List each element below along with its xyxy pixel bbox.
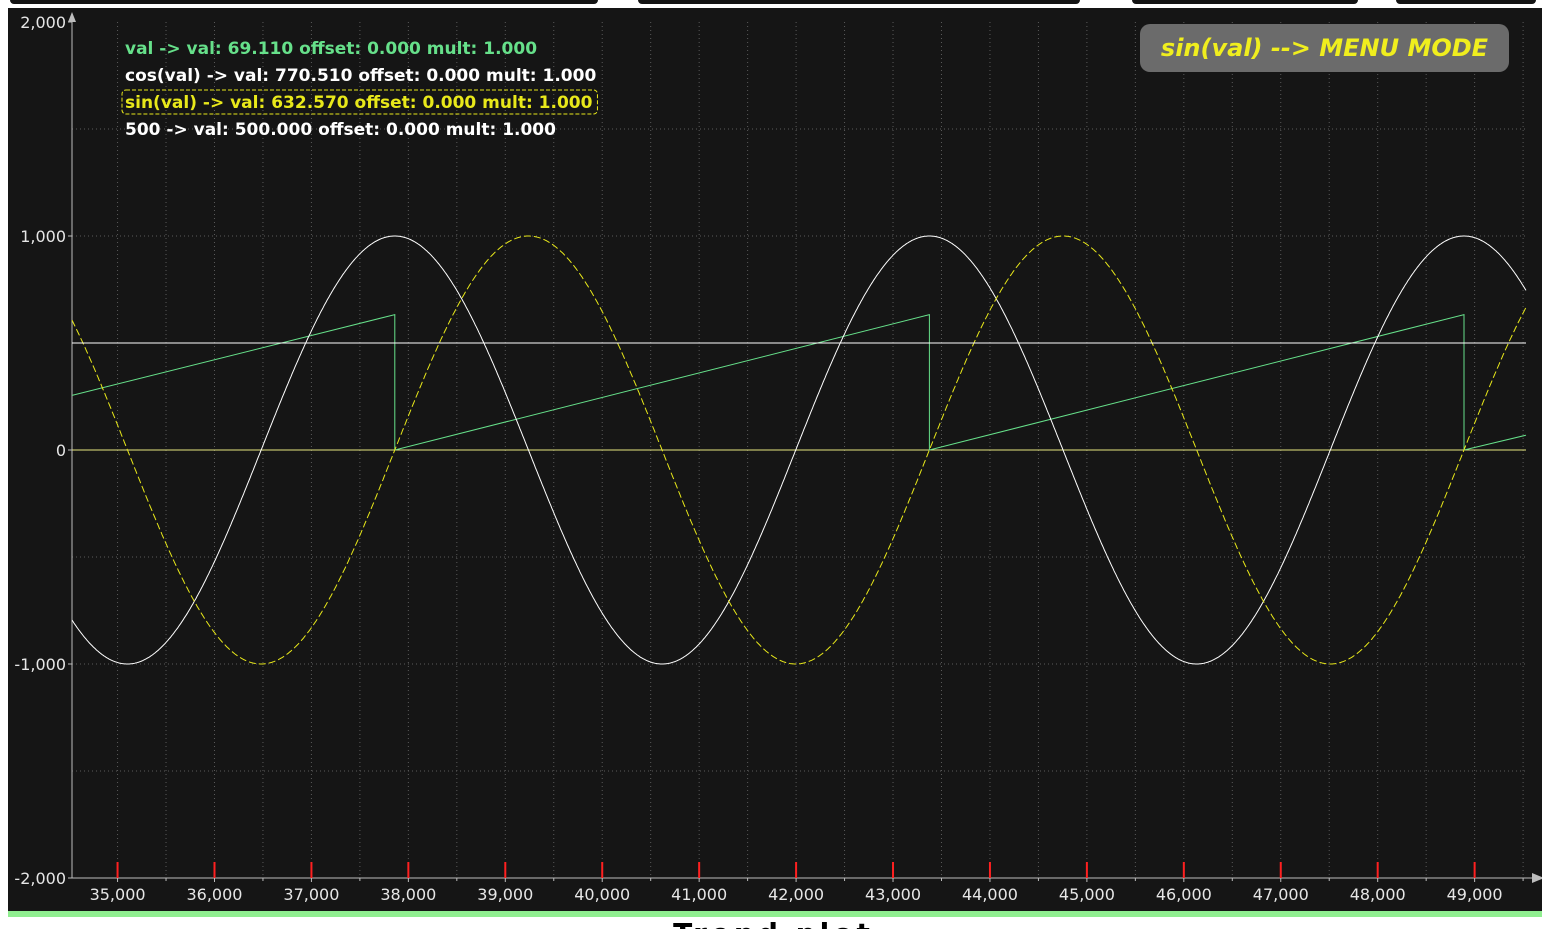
x-tick-label: 40,000 [574,885,630,904]
x-tick-label: 47,000 [1253,885,1309,904]
window-top-strip [0,0,1547,8]
x-tick-label: 43,000 [865,885,921,904]
x-tick-label: 37,000 [283,885,339,904]
top-tab-4[interactable] [1396,0,1536,4]
top-tab-1[interactable] [10,0,598,4]
x-tick-label: 41,000 [671,885,727,904]
legend[interactable]: val -> val: 69.110 offset: 0.000 mult: 1… [121,39,598,140]
y-tick-label: -1,000 [14,655,66,674]
legend-entry[interactable]: sin(val) -> val: 632.570 offset: 0.000 m… [125,93,593,113]
x-tick-label: 38,000 [380,885,436,904]
footer-title: Trend plot [0,916,1547,929]
x-tick-label: 42,000 [768,885,824,904]
x-tick-label: 45,000 [1059,885,1115,904]
mode-badge: sin(val) --> MENU MODE [1140,24,1509,72]
x-tick-label: 39,000 [477,885,533,904]
x-tick-label: 49,000 [1447,885,1503,904]
series-lines [71,235,1527,665]
y-tick-label: 2,000 [20,13,66,32]
x-tick-label: 35,000 [90,885,146,904]
x-tick-label: 36,000 [186,885,242,904]
axes: 35,000 36,000 37,000 38,000 39,000 40,000 41,0… [14,12,1542,904]
y-tick-label: -2,000 [14,869,66,888]
top-tab-3[interactable] [1132,0,1358,4]
trend-chart[interactable]: 35,000 36,000 37,000 38,000 39,000 40,000 41,0… [8,8,1542,912]
top-tab-2[interactable] [638,0,1080,4]
y-tick-label: 1,000 [20,227,66,246]
x-tick-label: 44,000 [962,885,1018,904]
legend-entry[interactable]: cos(val) -> val: 770.510 offset: 0.000 m… [125,66,596,86]
legend-entry[interactable]: 500 -> val: 500.000 offset: 0.000 mult: … [125,120,556,140]
y-tick-label: 0 [56,441,66,460]
x-tick-label: 48,000 [1350,885,1406,904]
trend-plot-area[interactable]: 35,000 36,000 37,000 38,000 39,000 40,000 41,0… [8,8,1542,912]
x-axis-arrow-icon [1532,873,1542,883]
x-tick-label: 46,000 [1156,885,1212,904]
series-line-val [71,313,1527,451]
legend-entry[interactable]: val -> val: 69.110 offset: 0.000 mult: 1… [125,39,537,59]
y-axis-arrow-icon [68,12,76,22]
